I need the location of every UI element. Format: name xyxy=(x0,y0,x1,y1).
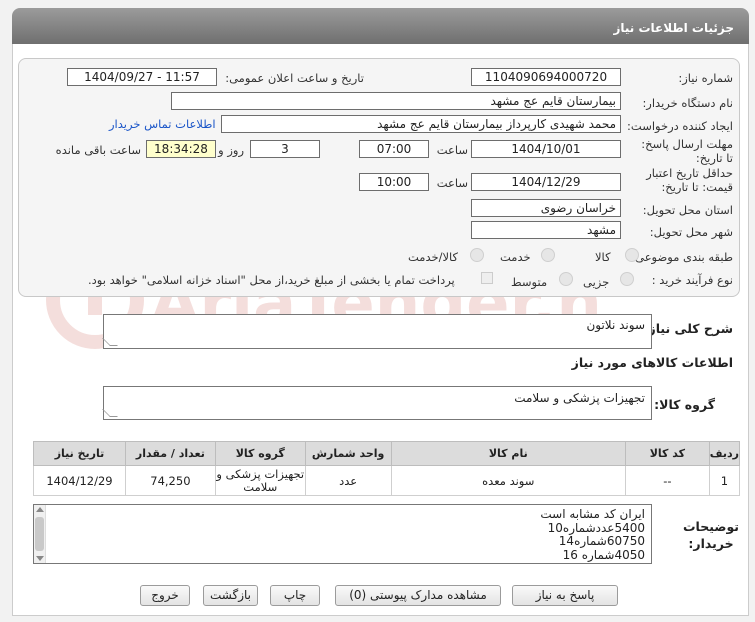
col-header-group: گروه کالا xyxy=(214,441,306,466)
notes-line: 5400عددشماره10 xyxy=(547,520,645,535)
city-label: شهر محل تحویل: xyxy=(649,225,733,239)
cell-quantity: 74,250 xyxy=(124,465,216,496)
summary-textarea[interactable]: سوند نلاتون xyxy=(102,314,652,349)
cell-unit: عدد xyxy=(304,465,392,496)
contact-buyer-link[interactable]: اطلاعات تماس خریدار xyxy=(109,117,216,131)
creator-field[interactable]: محمد شهیدی کارپرداز بیمارستان قایم عج مش… xyxy=(221,115,621,133)
cell-code: -- xyxy=(624,465,710,496)
purchase-option-minor: جزیی xyxy=(583,275,610,289)
validity-date-field[interactable]: 1404/12/29 xyxy=(471,173,621,191)
print-button[interactable]: چاپ xyxy=(270,585,320,606)
buyer-label: نام دستگاه خریدار: xyxy=(642,96,733,110)
notes-scrollbar[interactable] xyxy=(34,505,46,563)
validity-time-field[interactable]: 10:00 xyxy=(359,173,429,191)
purchase-option-medium: متوسط xyxy=(511,275,548,289)
category-radio-service[interactable] xyxy=(541,248,555,262)
buyer-notes-box[interactable]: ایران کد مشابه است 5400عددشماره10 60750ش… xyxy=(33,504,652,564)
goods-group-text: تجهیزات پزشکی و سلامت xyxy=(514,391,645,405)
province-field[interactable]: خراسان رضوی xyxy=(471,199,621,217)
table-header-row: ردیف کد کالا نام کالا واحد شمارش گروه کا… xyxy=(33,441,741,466)
deadline-time-label: ساعت xyxy=(436,143,468,157)
summary-label: شرح کلی نیاز: xyxy=(643,321,733,336)
scroll-down-icon[interactable] xyxy=(36,556,44,561)
summary-text: سوند نلاتون xyxy=(586,318,645,332)
need-number-field[interactable]: 1104090694000720 xyxy=(471,68,621,86)
creator-label: ایجاد کننده درخواست: xyxy=(627,119,733,133)
days-field[interactable]: 3 xyxy=(250,140,320,158)
city-field[interactable]: مشهد xyxy=(471,221,621,239)
goods-group-textarea[interactable]: تجهیزات پزشکی و سلامت xyxy=(102,386,652,420)
remaining-time-field: 18:34:28 xyxy=(146,140,216,158)
goods-info-title: اطلاعات کالاهای مورد نیاز xyxy=(571,355,733,370)
cell-group: تجهیزات پزشکی و سلامت xyxy=(214,465,306,496)
purchase-type-label: نوع فرآیند خرید : xyxy=(651,273,733,287)
col-header-date: تاریخ نیاز xyxy=(33,441,126,466)
attachments-button[interactable]: مشاهده مدارک پیوستی (0) xyxy=(335,585,501,606)
col-header-quantity: تعداد / مقدار xyxy=(124,441,216,466)
category-label: طبقه بندی موضوعی: xyxy=(631,250,733,264)
deadline-time-field[interactable]: 07:00 xyxy=(359,140,429,158)
resize-handle-icon[interactable] xyxy=(102,409,118,417)
exit-button[interactable]: خروج xyxy=(140,585,190,606)
reply-button[interactable]: پاسخ به نیاز xyxy=(512,585,618,606)
category-option-both: کالا/خدمت xyxy=(408,250,459,264)
goods-table: ردیف کد کالا نام کالا واحد شمارش گروه کا… xyxy=(33,441,741,496)
deadline-date-field[interactable]: 1404/10/01 xyxy=(471,140,621,158)
page-title-bar: جزئیات اطلاعات نیاز xyxy=(12,8,749,44)
cell-date: 1404/12/29 xyxy=(33,465,126,496)
province-label: استان محل تحویل: xyxy=(642,203,733,217)
back-button[interactable]: بازگشت xyxy=(203,585,258,606)
buyer-field[interactable]: بیمارستان قایم عج مشهد xyxy=(171,92,621,110)
remaining-label: ساعت باقی مانده xyxy=(55,143,141,157)
cell-name: سوند معده xyxy=(390,465,626,496)
validity-time-label: ساعت xyxy=(436,176,468,190)
validity-label: حداقل تاریخ اعتبار قیمت: تا تاریخ: xyxy=(646,166,733,194)
category-option-goods: کالا xyxy=(595,250,611,264)
notes-line: ایران کد مشابه است xyxy=(540,507,645,521)
col-header-row-number: ردیف xyxy=(708,441,741,466)
col-header-code: کد کالا xyxy=(624,441,710,466)
deadline-label: مهلت ارسال پاسخ: تا تاریخ: xyxy=(641,137,733,165)
purchase-radio-medium[interactable] xyxy=(559,272,573,286)
col-header-unit: واحد شمارش xyxy=(304,441,392,466)
notes-line: 60750شماره14 xyxy=(558,534,645,548)
announce-label: تاریخ و ساعت اعلان عمومی: xyxy=(225,71,364,85)
category-option-service: خدمت xyxy=(500,250,531,264)
notes-line: 4050شماره 16 xyxy=(562,547,645,562)
category-radio-goods[interactable] xyxy=(625,248,639,262)
days-label: روز و xyxy=(218,143,244,157)
scroll-up-icon[interactable] xyxy=(36,507,44,512)
table-row[interactable]: 1 -- سوند معده عدد تجهیزات پزشکی و سلامت… xyxy=(33,465,741,496)
treasury-checkbox[interactable] xyxy=(481,272,493,284)
cell-row-number: 1 xyxy=(708,465,741,496)
need-number-label: شماره نیاز: xyxy=(678,71,733,85)
purchase-radio-minor[interactable] xyxy=(620,272,634,286)
col-header-name: نام کالا xyxy=(390,441,626,466)
buyer-notes-label: توضیحات خریدار: xyxy=(683,519,739,551)
announce-field[interactable]: 1404/09/27 - 11:57 xyxy=(67,68,217,86)
page-title: جزئیات اطلاعات نیاز xyxy=(613,21,734,35)
resize-handle-icon[interactable] xyxy=(102,338,118,346)
goods-group-label: گروه کالا: xyxy=(654,397,715,412)
treasury-note: پرداخت تمام یا بخشی از مبلغ خرید،از محل … xyxy=(88,273,455,287)
category-radio-both[interactable] xyxy=(470,248,484,262)
scroll-thumb[interactable] xyxy=(35,517,44,551)
